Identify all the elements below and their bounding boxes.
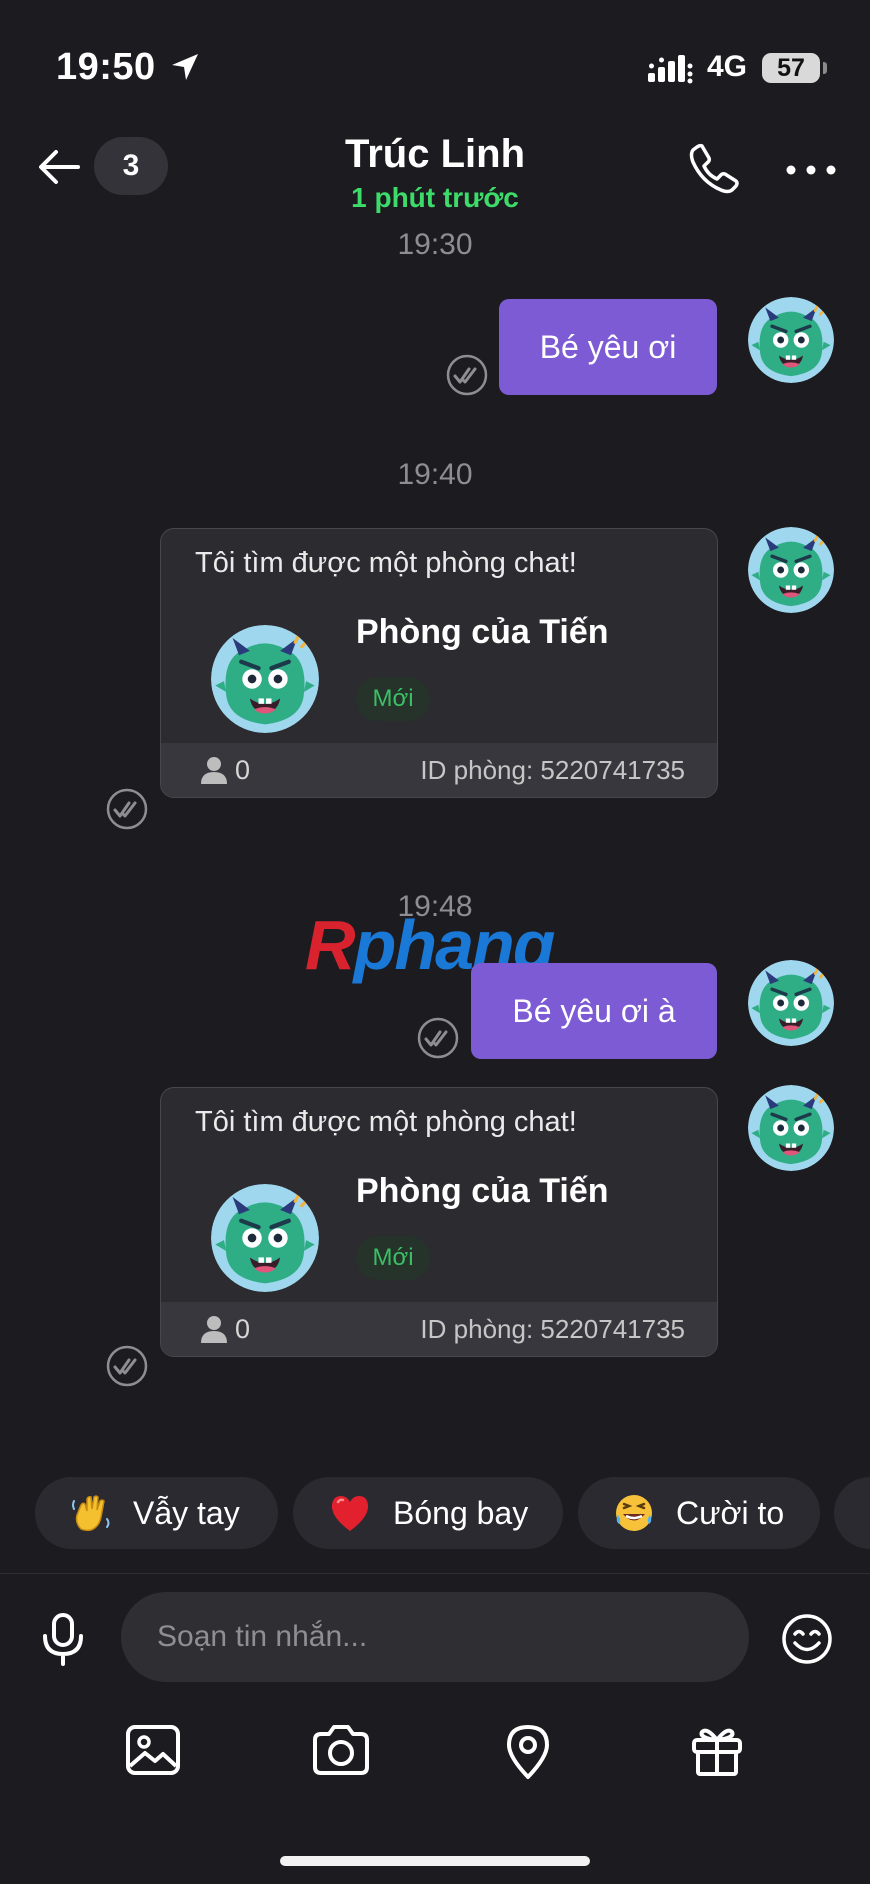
room-card-intro: Tôi tìm được một phòng chat! (195, 1106, 577, 1138)
reaction-label: Vẫy tay (133, 1494, 240, 1531)
divider (0, 1573, 870, 1574)
microphone-icon[interactable] (40, 1612, 86, 1671)
room-avatar (211, 625, 319, 733)
member-count: 0 (235, 1314, 251, 1344)
room-card[interactable]: Tôi tìm được một phòng chat! Phòng của T… (160, 1087, 718, 1357)
read-receipt-icon (445, 353, 489, 397)
image-icon[interactable] (125, 1724, 181, 1781)
home-indicator[interactable] (280, 1856, 590, 1866)
reaction-label: Cười to (676, 1494, 785, 1531)
status-time: 19:50 (56, 46, 156, 88)
room-id: ID phòng: 5220741735 (420, 1314, 685, 1344)
signal-icon (648, 54, 694, 89)
gift-icon[interactable] (690, 1724, 744, 1783)
room-card-intro: Tôi tìm được một phòng chat! (195, 547, 577, 579)
room-name: Phòng của Tiến (356, 613, 609, 651)
message-bubble[interactable]: Bé yêu ơi (499, 299, 717, 395)
room-card-footer: 0 ID phòng: 5220741735 (161, 1302, 717, 1356)
message-input[interactable] (121, 1592, 749, 1682)
reaction-label: Bóng bay (393, 1494, 529, 1531)
reaction-chip-laugh[interactable]: Cười to (578, 1477, 820, 1549)
watermark-part: R (305, 906, 356, 984)
message-bubble[interactable]: Bé yêu ơi à (471, 963, 717, 1059)
avatar[interactable] (748, 297, 834, 383)
network-type: 4G (707, 50, 748, 83)
room-card-footer: 0 ID phòng: 5220741735 (161, 743, 717, 797)
room-card[interactable]: Tôi tìm được một phòng chat! Phòng của T… (160, 528, 718, 798)
new-badge: Mới (356, 1236, 430, 1280)
avatar[interactable] (748, 960, 834, 1046)
read-receipt-icon (105, 1344, 149, 1388)
room-name: Phòng của Tiến (356, 1172, 609, 1210)
avatar[interactable] (748, 527, 834, 613)
person-icon (199, 755, 229, 785)
avatar[interactable] (748, 1085, 834, 1171)
more-options-icon[interactable] (786, 162, 836, 180)
laughing-face-icon (614, 1493, 654, 1533)
battery-indicator: 57 (762, 53, 820, 83)
location-icon[interactable] (504, 1724, 552, 1785)
member-count: 0 (235, 755, 251, 785)
new-badge: Mới (356, 677, 430, 721)
phone-icon[interactable] (688, 142, 740, 199)
heart-balloon-icon (329, 1493, 371, 1533)
battery-level: 57 (777, 53, 805, 82)
reaction-chip-balloon[interactable]: Bóng bay (293, 1477, 563, 1549)
read-receipt-icon (416, 1016, 460, 1060)
emoji-icon[interactable] (780, 1612, 834, 1671)
waving-hand-icon (71, 1493, 111, 1533)
read-receipt-icon (105, 787, 149, 831)
battery-tip (823, 62, 827, 74)
time-separator: 19:40 (397, 458, 473, 491)
time-separator: 19:30 (397, 228, 473, 261)
person-icon (199, 1314, 229, 1344)
location-arrow-icon (170, 52, 200, 87)
reaction-chip-partial[interactable] (834, 1477, 870, 1549)
room-id: ID phòng: 5220741735 (420, 755, 685, 785)
room-avatar (211, 1184, 319, 1292)
camera-icon[interactable] (311, 1724, 371, 1781)
reaction-chip-wave[interactable]: Vẫy tay (35, 1477, 278, 1549)
